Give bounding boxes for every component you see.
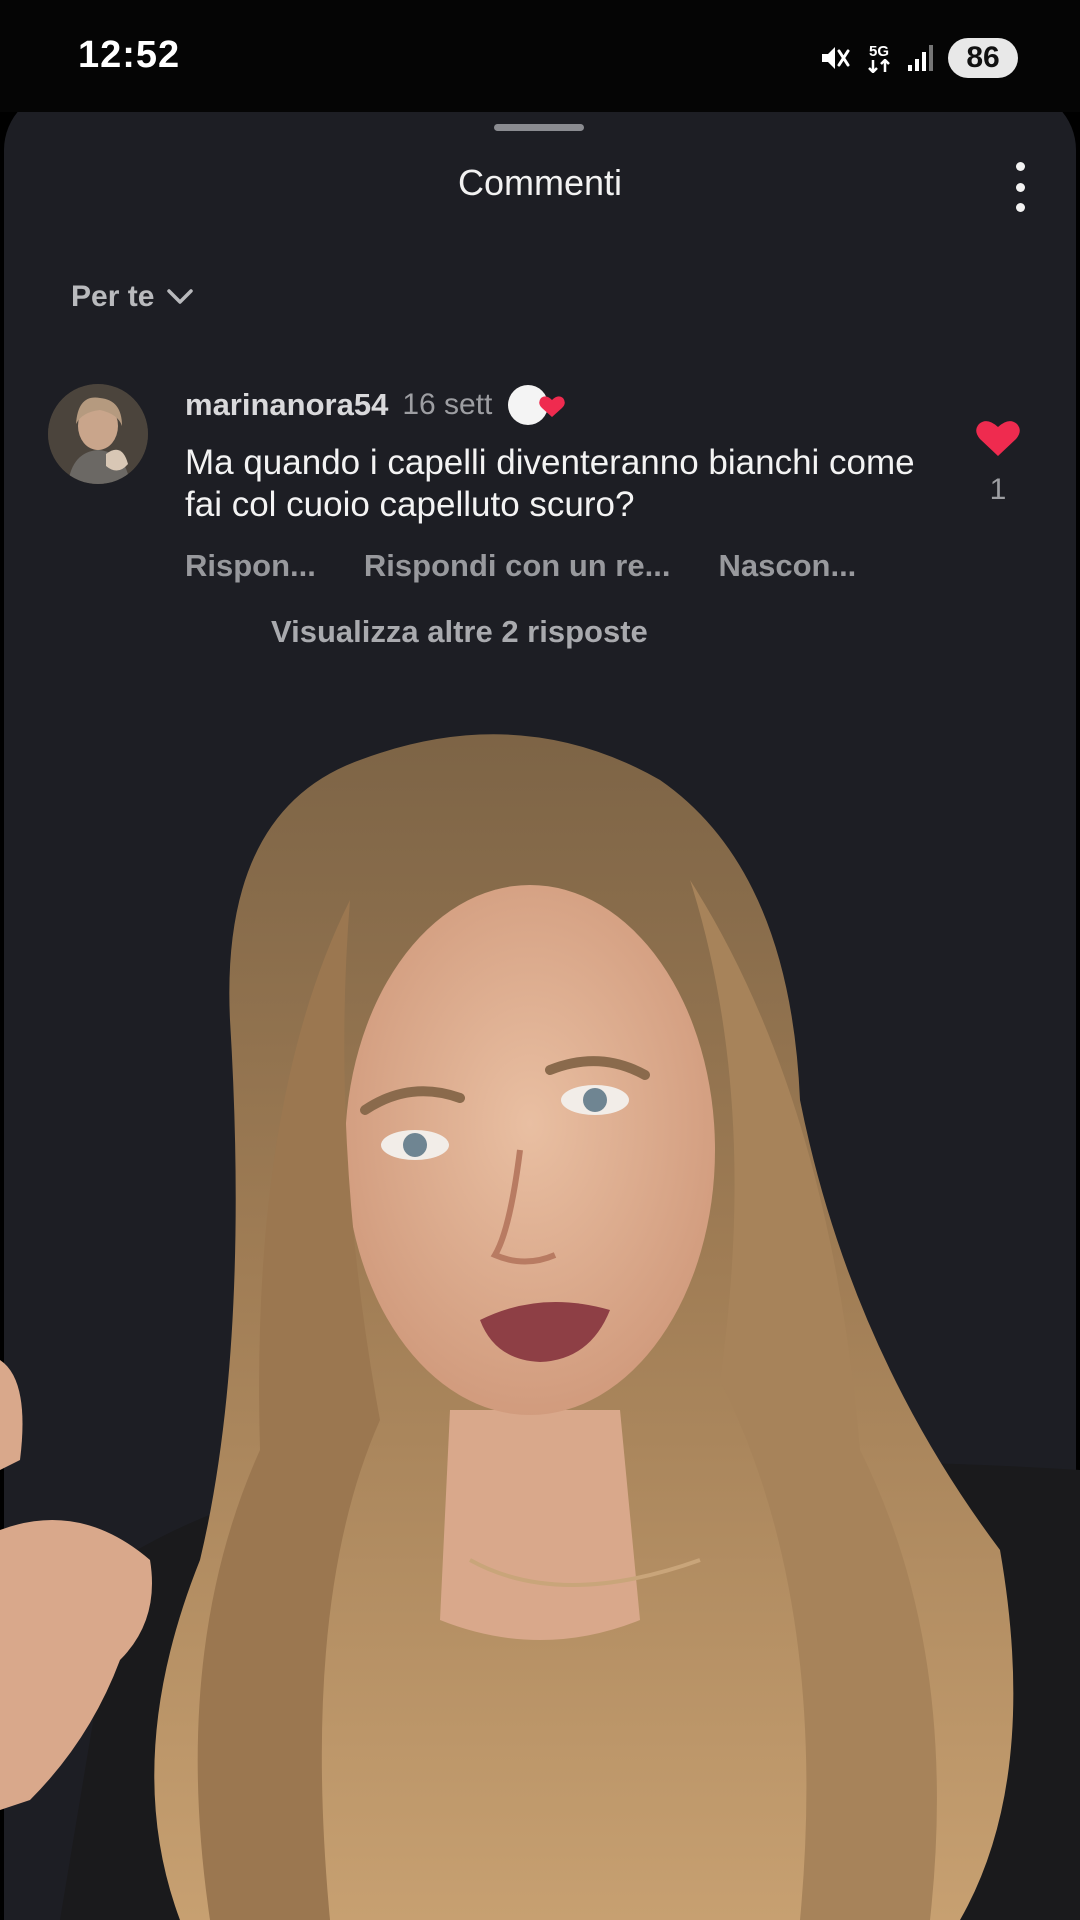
avatar[interactable]: [48, 384, 148, 484]
creator-liked-badge: [506, 383, 566, 427]
comment-meta: marinanora54 16 sett: [185, 380, 945, 430]
like-count: 1: [989, 473, 1007, 506]
sort-selector[interactable]: Per te: [71, 280, 194, 314]
more-dot-icon: [1015, 182, 1025, 192]
screen: 12:52 5G 86 Commenti Per te marinanora54…: [0, 0, 1080, 1920]
mute-vibrate-icon: [818, 41, 852, 75]
chevron-down-icon: [167, 289, 194, 304]
hide-button[interactable]: Nascon...: [718, 548, 856, 584]
comment-date: 16 sett: [402, 388, 493, 421]
comment: marinanora54 16 sett Ma quando i capelli…: [185, 380, 945, 584]
sheet-title: Commenti: [457, 162, 623, 203]
comments-sheet: Commenti Per te marinanora54 16 sett Ma …: [4, 90, 1076, 1920]
network-label: 5G: [868, 42, 889, 60]
comment-text: Ma quando i capelli diventeranno bianchi…: [185, 443, 915, 524]
like-button[interactable]: 1: [970, 418, 1026, 507]
more-dot-icon: [1015, 162, 1025, 171]
network-5g-icon: 5G: [866, 44, 892, 73]
reply-with-video-button[interactable]: Rispondi con un re...: [364, 548, 671, 584]
drag-handle[interactable]: [494, 124, 584, 131]
battery-level: 86: [966, 41, 1000, 74]
comment-actions: Rispon... Rispondi con un re... Nascon..…: [185, 548, 945, 584]
status-bar: 12:52 5G 86: [0, 0, 1080, 112]
view-replies-button[interactable]: Visualizza altre 2 risposte: [271, 614, 648, 650]
signal-icon: [906, 43, 934, 73]
more-dot-icon: [1015, 203, 1025, 212]
more-options-button[interactable]: [1010, 162, 1030, 212]
battery-icon: 86: [948, 38, 1018, 78]
status-time: 12:52: [78, 34, 181, 76]
heart-icon: [976, 421, 1020, 456]
comment-username[interactable]: marinanora54: [185, 387, 388, 423]
reply-button[interactable]: Rispon...: [185, 548, 316, 584]
sort-label: Per te: [71, 280, 155, 313]
status-icons: 5G 86: [818, 36, 1018, 80]
